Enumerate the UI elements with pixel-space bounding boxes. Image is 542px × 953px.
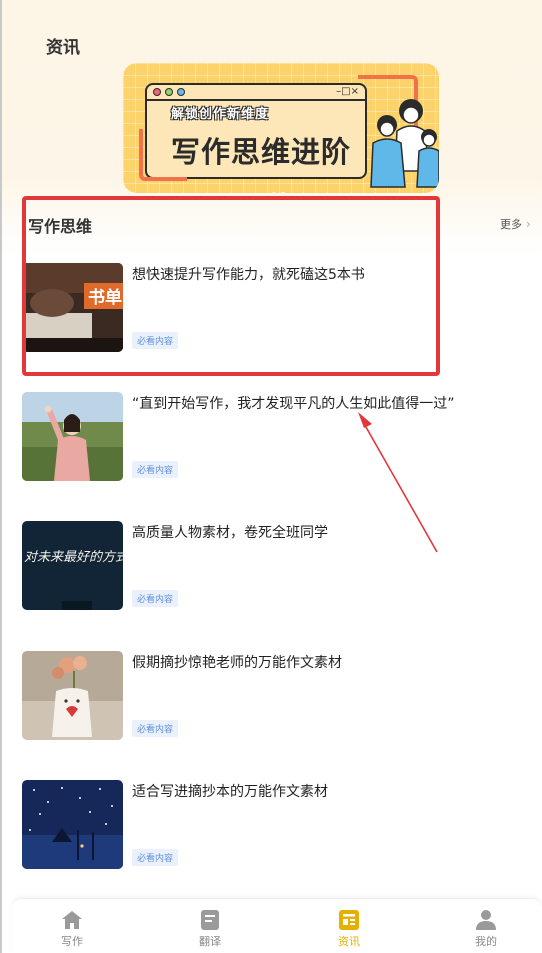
article-tag: 必看内容	[132, 849, 179, 866]
article-title: 适合写进摘抄本的万能作文素材	[132, 784, 328, 800]
article-item[interactable]: “直到开始写作，我才发现平凡的人生如此值得一过” 必看内容	[22, 392, 522, 482]
chevron-right-icon: ›	[526, 217, 531, 231]
article-tag: 必看内容	[132, 461, 179, 478]
nav-item-profile[interactable]: 我的	[456, 909, 516, 949]
article-tag: 必看内容	[132, 590, 179, 607]
article-item[interactable]: 对未来最好的方式 是亲手创造未来 高质量人物素材，卷死全班同学 必看内容	[22, 521, 522, 611]
home-icon	[62, 911, 82, 929]
nav-item-write[interactable]: 写作	[42, 909, 102, 949]
page-title: 资讯	[46, 38, 80, 58]
promo-banner[interactable]: –□× 解锁创作新维度 写作思维进阶	[123, 63, 439, 193]
banner-window-bar: –□×	[147, 85, 365, 101]
highlight-annotation-box	[22, 196, 440, 376]
article-item[interactable]: 假期摘抄惊艳老师的万能作文素材 必看内容	[22, 651, 522, 741]
translate-icon	[201, 910, 219, 930]
nav-label: 我的	[475, 935, 497, 948]
article-title: 假期摘抄惊艳老师的万能作文素材	[132, 655, 342, 671]
nav-label: 翻译	[199, 935, 221, 948]
nav-label: 资讯	[338, 935, 360, 948]
more-link[interactable]: 更多 ›	[500, 216, 531, 232]
more-label: 更多	[500, 218, 522, 231]
cartoon-people-illustration	[370, 99, 439, 188]
window-controls-icon: –□×	[336, 86, 359, 97]
banner-title: 写作思维进阶	[171, 135, 352, 169]
article-tag: 必看内容	[132, 720, 179, 737]
article-thumbnail	[22, 392, 123, 481]
carousel-dot	[271, 192, 277, 193]
nav-item-translate[interactable]: 翻译	[180, 909, 240, 949]
thumb-caption: 对未来最好的方式 是亲手创造未来	[24, 550, 123, 565]
carousel-dot-active	[280, 192, 286, 193]
blue-dot-icon	[177, 88, 185, 96]
red-dot-icon	[153, 88, 161, 96]
article-item[interactable]: 适合写进摘抄本的万能作文素材 必看内容	[22, 780, 522, 870]
green-dot-icon	[165, 88, 173, 96]
article-thumbnail	[22, 780, 123, 869]
news-icon	[339, 910, 359, 930]
article-thumbnail: 对未来最好的方式 是亲手创造未来	[22, 521, 123, 610]
carousel-indicator	[271, 183, 289, 193]
bottom-navigation: 写作 翻译 资讯 我的	[12, 898, 542, 953]
window-edge	[0, 0, 2, 953]
nav-label: 写作	[61, 935, 83, 948]
article-thumbnail	[22, 651, 123, 740]
nav-item-news[interactable]: 资讯	[319, 909, 379, 949]
article-title: 高质量人物素材，卷死全班同学	[132, 525, 328, 541]
banner-subtitle: 解锁创作新维度	[171, 107, 270, 122]
person-icon	[476, 910, 496, 930]
article-title: “直到开始写作，我才发现平凡的人生如此值得一过”	[132, 396, 455, 412]
